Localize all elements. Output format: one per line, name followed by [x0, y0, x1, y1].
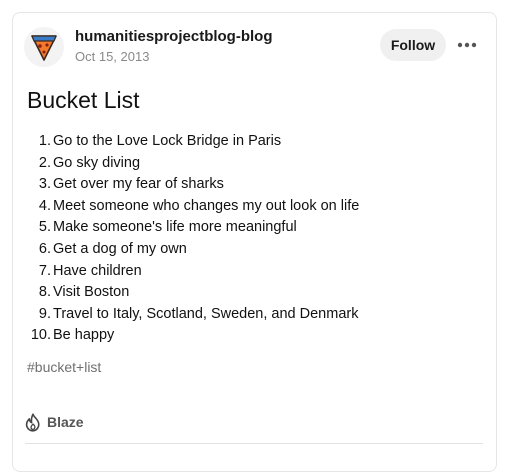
- blaze-label: Blaze: [47, 414, 84, 430]
- list-item-number: 8.: [38, 284, 51, 301]
- list-item-text: Go sky diving: [53, 154, 141, 171]
- list-item-text: Travel to Italy, Scotland, Sweden, and D…: [53, 305, 359, 322]
- pizza-slice-avatar-icon: [24, 27, 64, 67]
- list-item: 5. Make someone's life more meaningful: [27, 217, 359, 239]
- list-item-number: 6.: [38, 240, 51, 257]
- post-title: Bucket List: [27, 87, 140, 113]
- list-item-text: Meet someone who changes my out look on …: [53, 197, 360, 214]
- list-item-text: Visit Boston: [53, 284, 130, 301]
- blaze-button[interactable]: Blaze: [25, 411, 84, 433]
- blog-avatar[interactable]: [24, 27, 64, 67]
- post-card: humanitiesprojectblog-blog Oct 15, 2013 …: [12, 12, 497, 472]
- list-item: 2. Go sky diving: [27, 153, 359, 175]
- follow-button[interactable]: Follow: [380, 29, 446, 61]
- list-item: 1. Go to the Love Lock Bridge in Paris: [27, 131, 359, 153]
- footer-divider: [25, 443, 483, 444]
- blog-name-link[interactable]: humanitiesprojectblog-blog: [75, 28, 273, 45]
- more-options-button[interactable]: [455, 33, 479, 57]
- list-item-text: Be happy: [53, 327, 115, 344]
- list-item: 6. Get a dog of my own: [27, 239, 359, 261]
- ellipsis-icon: [457, 42, 477, 48]
- post-header: humanitiesprojectblog-blog Oct 15, 2013 …: [13, 13, 496, 83]
- list-item-text: Make someone's life more meaningful: [53, 219, 297, 236]
- list-item-text: Get a dog of my own: [53, 240, 187, 257]
- list-item: 9. Travel to Italy, Scotland, Sweden, and…: [27, 304, 359, 326]
- list-item: 8. Visit Boston: [27, 282, 359, 304]
- list-item-number: 5.: [38, 219, 51, 236]
- list-item-number: 4.: [38, 197, 51, 214]
- list-item-number: 2.: [38, 154, 51, 171]
- list-item-text: Go to the Love Lock Bridge in Paris: [53, 133, 282, 149]
- list-item: 4. Meet someone who changes my out look o…: [27, 196, 359, 218]
- list-item-text: Have children: [53, 262, 142, 279]
- list-item-number: 10.: [30, 327, 51, 344]
- tag-link[interactable]: #bucket+list: [27, 359, 101, 375]
- list-item-number: 7.: [38, 262, 51, 279]
- list-item-number: 9.: [38, 305, 51, 322]
- bucket-list: 1. Go to the Love Lock Bridge in Paris 2.…: [27, 131, 359, 347]
- list-item-text: Get over my fear of sharks: [53, 176, 224, 193]
- list-item: 10. Be happy: [27, 325, 359, 347]
- flame-icon: [25, 412, 40, 432]
- post-date[interactable]: Oct 15, 2013: [75, 49, 149, 64]
- list-item: 3. Get over my fear of sharks: [27, 174, 359, 196]
- list-item: 7. Have children: [27, 261, 359, 283]
- list-item-number: 1.: [38, 133, 51, 149]
- list-item-number: 3.: [38, 176, 51, 193]
